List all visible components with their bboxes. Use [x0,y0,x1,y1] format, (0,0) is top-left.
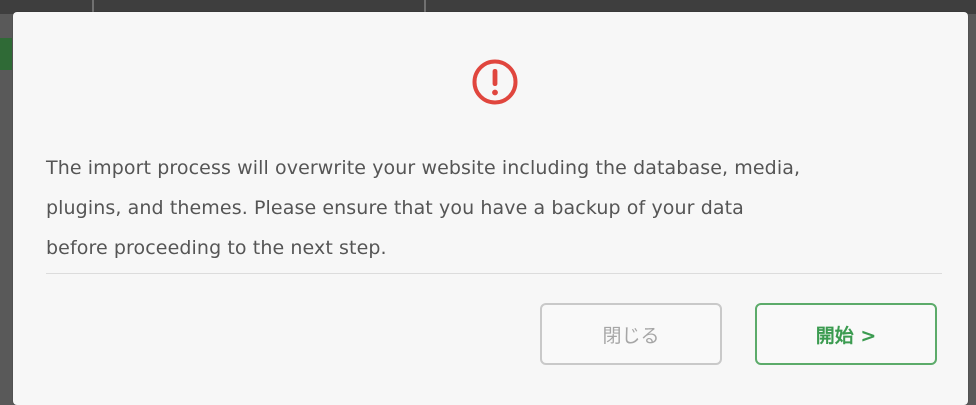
warning-message: The import process will overwrite your w… [46,148,946,268]
exclamation-circle-icon [472,59,518,105]
warning-message-line: plugins, and themes. Please ensure that … [46,197,744,219]
dialog-divider [46,273,942,274]
close-button[interactable]: 閉じる [540,303,722,365]
backdrop-accent-strip [0,38,12,70]
import-warning-dialog: The import process will overwrite your w… [13,12,968,405]
warning-message-line: before proceeding to the next step. [46,237,387,259]
warning-message-line: The import process will overwrite your w… [46,157,801,179]
start-button[interactable]: 開始 > [755,303,937,365]
